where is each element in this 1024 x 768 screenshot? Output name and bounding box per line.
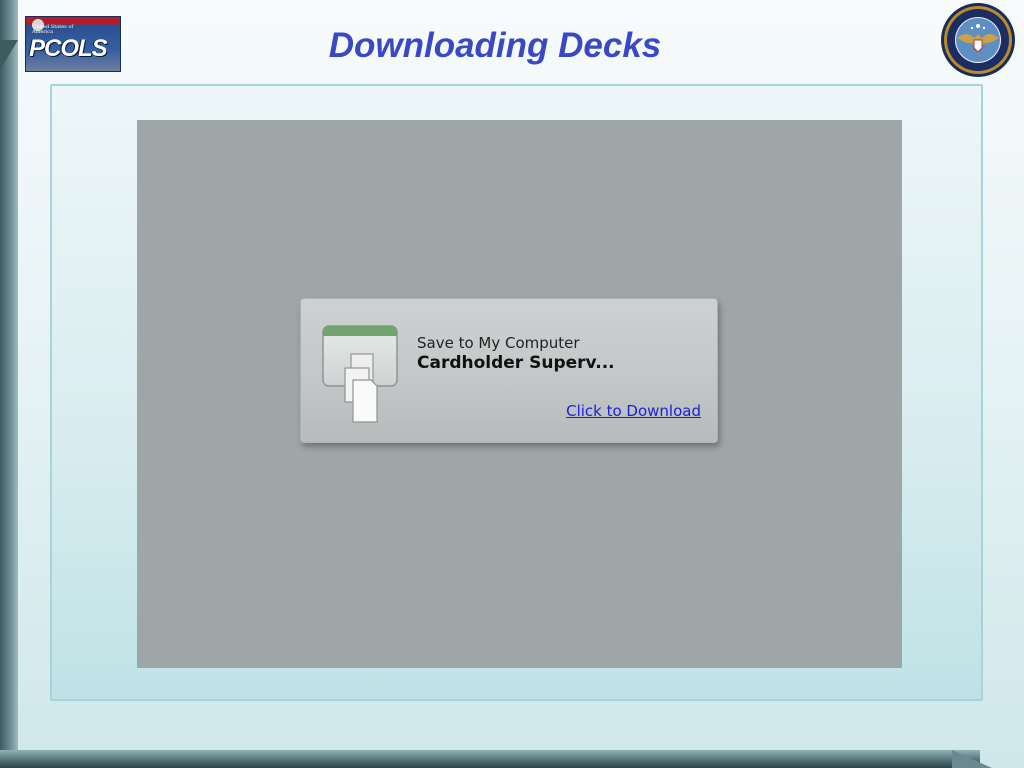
left-decorative-band <box>0 0 18 768</box>
bottom-band-cap <box>952 750 992 768</box>
save-label: Save to My Computer <box>417 334 580 352</box>
file-name: Cardholder Superv... <box>417 353 615 373</box>
documents-icon <box>322 325 398 423</box>
page-title: Downloading Decks <box>328 26 662 65</box>
dod-seal-icon <box>941 3 1015 77</box>
bottom-decorative-band <box>0 750 980 768</box>
download-dialog: Save to My Computer Cardholder Superv...… <box>300 298 718 443</box>
click-to-download-link[interactable]: Click to Download <box>566 402 701 420</box>
